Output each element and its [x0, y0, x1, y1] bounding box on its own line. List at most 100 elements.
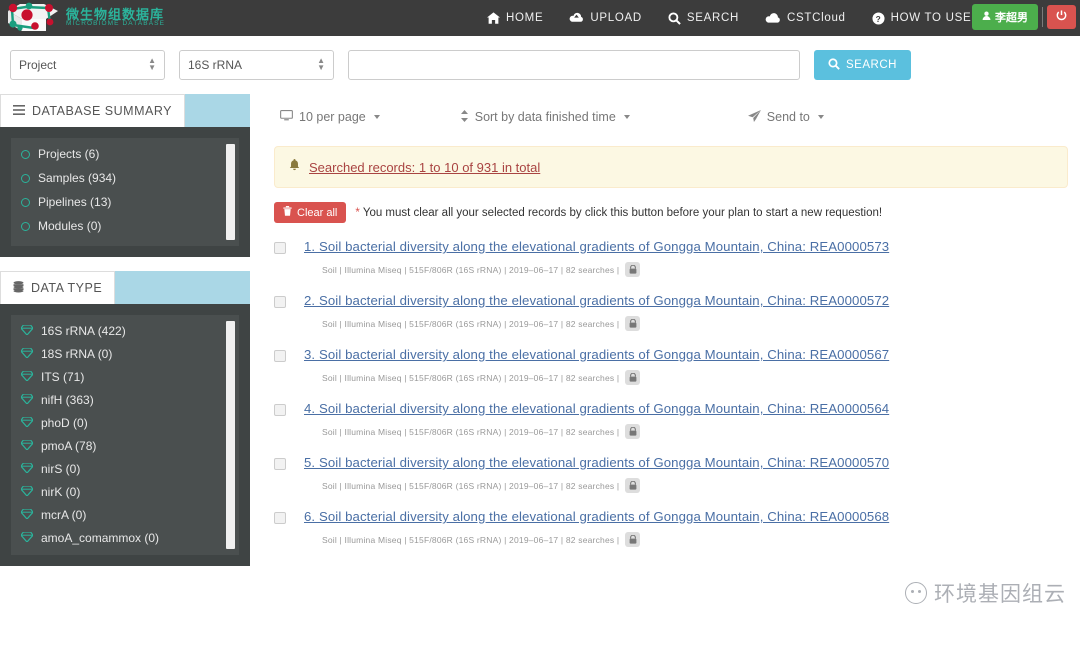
- result-title-link[interactable]: 3. Soil bacterial diversity along the el…: [304, 347, 889, 362]
- select-arrows-icon: ▲ ▼: [148, 56, 156, 72]
- results-area: 10 per page Sort by data finished time S…: [250, 94, 1080, 580]
- database-icon: [13, 280, 24, 296]
- data-type-item-amoa-aob-like[interactable]: amoA_AOB_like (0): [21, 554, 229, 555]
- data-type-label: amoA_AOB_like (0): [41, 554, 147, 555]
- result-title-link[interactable]: 1. Soil bacterial diversity along the el…: [304, 239, 889, 254]
- result-title-link[interactable]: 4. Soil bacterial diversity along the el…: [304, 401, 889, 416]
- summary-item-label: Pipelines (13): [38, 195, 112, 209]
- panel-scrollbar[interactable]: [226, 144, 235, 240]
- data-type-item-nirs[interactable]: nirS (0): [20, 462, 229, 476]
- panel-title: DATABASE SUMMARY: [32, 104, 172, 118]
- data-type-item-nirk[interactable]: nirK (0): [20, 485, 229, 499]
- nav-item-home[interactable]: HOME: [487, 12, 543, 24]
- data-type-item-16s[interactable]: 16S rRNA (422): [20, 324, 229, 338]
- gem-icon: [20, 347, 34, 361]
- summary-item-projects[interactable]: Projects (6): [21, 147, 229, 161]
- chevron-down-icon: [817, 115, 824, 119]
- nav-item-upload[interactable]: UPLOAD: [569, 12, 642, 24]
- gem-icon: [20, 324, 34, 338]
- panel-tab-data-type[interactable]: DATA TYPE: [0, 271, 116, 304]
- result-row: 1. Soil bacterial diversity along the el…: [274, 239, 1068, 277]
- data-type-item-18s[interactable]: 18S rRNA (0): [20, 347, 229, 361]
- data-type-item-amoa-comammox[interactable]: amoA_comammox (0): [20, 531, 229, 545]
- result-header: 3. Soil bacterial diversity along the el…: [274, 347, 1068, 362]
- gem-icon: [20, 462, 34, 476]
- data-type-label: nirK (0): [41, 485, 81, 499]
- result-title-link[interactable]: 2. Soil bacterial diversity along the el…: [304, 293, 889, 308]
- power-icon: [1056, 10, 1067, 24]
- circle-icon: [21, 149, 30, 159]
- sort-by-dropdown[interactable]: Sort by data finished time: [460, 109, 630, 125]
- result-row: 5. Soil bacterial diversity along the el…: [274, 455, 1068, 493]
- user-button[interactable]: 李超男: [972, 4, 1038, 30]
- result-title-link[interactable]: 6. Soil bacterial diversity along the el…: [304, 509, 889, 524]
- search-type-select[interactable]: Project ▲ ▼: [10, 50, 165, 80]
- result-checkbox[interactable]: [274, 512, 286, 524]
- per-page-label: 10 per page: [299, 110, 366, 124]
- panel-scrollbar[interactable]: [226, 321, 235, 549]
- sort-by-label: Sort by data finished time: [474, 110, 616, 124]
- search-marker-value: 16S rRNA: [188, 58, 243, 72]
- lock-icon: [625, 262, 641, 277]
- result-checkbox[interactable]: [274, 404, 286, 416]
- question-circle-icon: ?: [872, 11, 885, 25]
- logout-button[interactable]: [1047, 5, 1076, 29]
- data-type-label: amoA_comammox (0): [41, 531, 160, 545]
- clear-all-label: Clear all: [297, 206, 338, 219]
- panel-scroll-area: Projects (6) Samples (934) Pipelines (13…: [11, 138, 239, 246]
- data-type-item-its[interactable]: ITS (71): [20, 370, 229, 384]
- summary-item-modules[interactable]: Modules (0): [21, 219, 229, 233]
- panel-tab-database-summary[interactable]: DATABASE SUMMARY: [0, 94, 185, 127]
- data-type-label: 16S rRNA (422): [41, 324, 126, 338]
- summary-item-pipelines[interactable]: Pipelines (13): [21, 195, 229, 209]
- panel-header: DATABASE SUMMARY: [0, 94, 250, 127]
- brand-name-en: MICROBIOME DATABASE: [66, 20, 166, 28]
- sidebar: DATABASE SUMMARY Projects (6) Samples (9…: [0, 94, 250, 580]
- data-type-item-nifh[interactable]: nifH (363): [20, 393, 229, 407]
- nav-item-search[interactable]: SEARCH: [668, 11, 739, 25]
- panel-tab-filler: [115, 271, 250, 304]
- gem-icon: [20, 393, 34, 407]
- result-meta-text: Soil | Illumina Miseq | 515F/806R (16S r…: [322, 318, 620, 329]
- note-text: You must clear all your selected records…: [359, 206, 883, 219]
- search-marker-select[interactable]: 16S rRNA ▲ ▼: [179, 50, 334, 80]
- user-name: 李超男: [995, 12, 1028, 24]
- lock-icon: [625, 478, 641, 493]
- result-checkbox[interactable]: [274, 242, 286, 254]
- result-row: 3. Soil bacterial diversity along the el…: [274, 347, 1068, 385]
- summary-item-label: Projects (6): [38, 147, 100, 161]
- per-page-dropdown[interactable]: 10 per page: [280, 110, 380, 124]
- search-results-link[interactable]: Searched records: 1 to 10 of 931 in tota…: [309, 160, 540, 175]
- search-button[interactable]: SEARCH: [814, 50, 911, 80]
- search-icon: [668, 11, 681, 25]
- data-type-item-pmoa[interactable]: pmoA (78): [20, 439, 229, 453]
- send-to-label: Send to: [766, 110, 810, 124]
- data-type-item-phod[interactable]: phoD (0): [20, 416, 229, 430]
- gem-icon: [21, 554, 33, 555]
- data-type-item-mcra[interactable]: mcrA (0): [20, 508, 229, 522]
- clear-all-button[interactable]: Clear all: [274, 202, 347, 223]
- result-checkbox[interactable]: [274, 296, 286, 308]
- nav-item-how-to-use[interactable]: ? HOW TO USE: [872, 11, 972, 25]
- page-body: DATABASE SUMMARY Projects (6) Samples (9…: [0, 94, 1080, 580]
- circle-icon: [21, 173, 30, 183]
- gem-icon: [20, 508, 34, 522]
- result-title-link[interactable]: 5. Soil bacterial diversity along the el…: [304, 455, 889, 470]
- molecule-logo-icon: [4, 1, 62, 35]
- monitor-icon: [280, 110, 293, 124]
- nav-item-cstcloud[interactable]: CSTCloud: [765, 12, 846, 24]
- send-to-dropdown[interactable]: Send to: [747, 109, 824, 125]
- brand-logo-link[interactable]: 微生物组数据库 MICROBIOME DATABASE: [0, 0, 165, 36]
- result-checkbox[interactable]: [274, 350, 286, 362]
- chevron-down-icon: [373, 115, 380, 119]
- result-row: 4. Soil bacterial diversity along the el…: [274, 401, 1068, 439]
- result-checkbox[interactable]: [274, 458, 286, 470]
- search-input[interactable]: [348, 50, 800, 80]
- data-type-label: pmoA (78): [41, 439, 97, 453]
- result-meta: Soil | Illumina Miseq | 515F/806R (16S r…: [322, 370, 1068, 385]
- panel-database-summary: DATABASE SUMMARY Projects (6) Samples (9…: [0, 94, 250, 257]
- lock-icon: [625, 316, 641, 331]
- nav-divider: [1042, 7, 1043, 27]
- summary-item-samples[interactable]: Samples (934): [21, 171, 229, 185]
- home-icon: [487, 12, 501, 24]
